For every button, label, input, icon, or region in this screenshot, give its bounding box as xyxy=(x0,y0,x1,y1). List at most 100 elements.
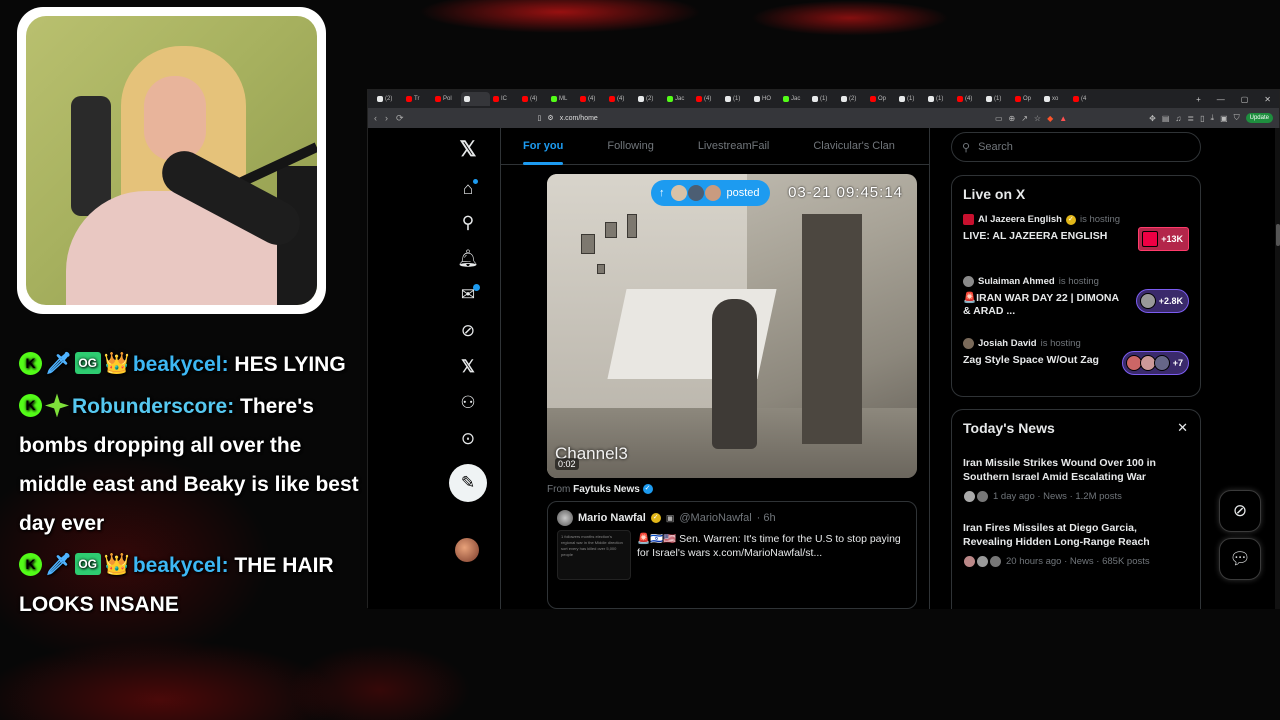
avatar[interactable] xyxy=(557,510,573,526)
extension-puzzle-icon[interactable]: ✥ xyxy=(1149,114,1156,123)
back-icon[interactable]: ‹ xyxy=(374,113,377,123)
site-info-icon[interactable]: ⚙ xyxy=(547,114,553,122)
chat-bubble-icon[interactable]: 💬︎ xyxy=(1219,538,1261,580)
news-item[interactable]: Iran Fires Missiles at Diego Garcia, Rev… xyxy=(963,521,1189,568)
premium-x-icon[interactable]: 𝕏 xyxy=(448,352,488,382)
browser-tab[interactable]: Jac xyxy=(664,92,693,106)
tab-for-you[interactable]: For you xyxy=(501,128,585,165)
split-view-icon[interactable]: ▯ xyxy=(1200,114,1204,123)
notifications-bell-icon[interactable]: 🔔︎ xyxy=(448,244,488,274)
browser-tab[interactable]: (4) xyxy=(519,92,548,106)
explore-search-icon[interactable]: ⚲ xyxy=(448,208,488,238)
browser-tab[interactable]: (4 xyxy=(1070,92,1099,106)
chat-text: HES LYING xyxy=(234,353,346,376)
live-item[interactable]: Sulaiman Ahmed is hosting 🚨IRAN WAR DAY … xyxy=(963,276,1189,326)
browser-tab[interactable]: IC xyxy=(490,92,519,106)
home-icon[interactable]: ⌂ xyxy=(448,174,488,204)
grok-icon[interactable]: ⊘ xyxy=(448,316,488,346)
minimize-button[interactable]: — xyxy=(1217,95,1225,104)
listeners-pill[interactable]: +2.8K xyxy=(1135,289,1189,313)
browser-tab[interactable]: Op xyxy=(867,92,896,106)
screenshot-icon[interactable]: ▭ xyxy=(995,114,1003,123)
chat-message: K 🗡 OG 👑 beakycel: THE HAIR LOOKS INSANE xyxy=(19,546,359,624)
browser-tab[interactable] xyxy=(461,92,490,106)
url-field[interactable]: ▯ ⚙ x.com/home xyxy=(538,114,598,123)
bookmark-icon[interactable]: ▯ xyxy=(538,114,542,122)
arrow-up-icon: ↑ xyxy=(659,187,665,199)
listeners-pill[interactable]: +13K xyxy=(1138,227,1189,251)
grok-floating-icon[interactable]: ⊘ xyxy=(1219,490,1261,532)
downloads-icon[interactable]: ⤓ xyxy=(1211,113,1215,123)
vpn-icon[interactable]: ⛉ xyxy=(1234,113,1240,123)
browser-tab[interactable]: (4) xyxy=(606,92,635,106)
post-video[interactable]: 03-21 09:45:14 Channel3 0:02 xyxy=(547,174,917,478)
listeners-pill[interactable]: +7 xyxy=(1121,351,1189,375)
browser-tab[interactable]: Jac xyxy=(780,92,809,106)
timeline: For you Following LivestreamFail Clavicu… xyxy=(501,128,929,609)
browser-tab[interactable]: Pol xyxy=(432,92,461,106)
listener-count: +7 xyxy=(1172,358,1183,368)
maximize-button[interactable]: ▢ xyxy=(1241,95,1249,104)
news-meta-text: 1 day ago · News · 1.2M posts xyxy=(993,491,1122,502)
forward-icon[interactable]: › xyxy=(385,113,388,123)
new-posts-pill[interactable]: ↑ posted xyxy=(651,180,770,206)
sidebar-icon[interactable]: ▤ xyxy=(1162,114,1170,123)
browser-tab[interactable]: (4) xyxy=(577,92,606,106)
browser-tab[interactable]: (4) xyxy=(693,92,722,106)
browser-tab[interactable]: xo xyxy=(1041,92,1070,106)
avatar xyxy=(1142,231,1159,247)
more-icon[interactable]: ⊙ xyxy=(448,424,488,454)
messages-mail-icon[interactable]: ✉ xyxy=(448,280,488,310)
post-feather-icon[interactable]: ✎ xyxy=(449,464,487,502)
browser-tab[interactable]: HO xyxy=(751,92,780,106)
browser-tab[interactable]: (1) xyxy=(722,92,751,106)
browser-tab[interactable]: (2) xyxy=(635,92,664,106)
live-on-x-panel: Live on X Al Jazeera English ✓ is hostin… xyxy=(951,175,1201,397)
page-scrollbar[interactable] xyxy=(1275,128,1280,609)
tab-favicon-icon xyxy=(754,96,760,102)
news-item[interactable]: Iran Missile Strikes Wound Over 100 in S… xyxy=(963,456,1189,503)
update-button[interactable]: Update xyxy=(1245,113,1273,123)
browser-tab[interactable]: (4) xyxy=(954,92,983,106)
from-source-name[interactable]: Faytuks News xyxy=(573,484,640,495)
author-handle: @MarioNawfal xyxy=(679,512,752,524)
brave-shield-icon[interactable]: ◆ xyxy=(1047,114,1053,123)
close-icon[interactable]: ✕ xyxy=(1177,420,1188,436)
browser-tab[interactable]: (1) xyxy=(925,92,954,106)
browser-tab[interactable]: (2) xyxy=(374,92,403,106)
account-avatar[interactable] xyxy=(455,538,479,562)
browser-tab[interactable]: Op xyxy=(1012,92,1041,106)
zoom-icon[interactable]: ⊕ xyxy=(1009,114,1016,123)
share-icon[interactable]: ↗ xyxy=(1021,114,1028,123)
browser-tab[interactable]: (2) xyxy=(838,92,867,106)
close-window-button[interactable]: ✕ xyxy=(1264,95,1271,104)
search-input[interactable]: ⚲ Search xyxy=(951,132,1201,162)
sword-badge-icon: 🗡 xyxy=(45,351,72,375)
reading-list-icon[interactable]: ≣ xyxy=(1187,114,1194,123)
tab-following[interactable]: Following xyxy=(585,128,675,165)
avatar xyxy=(989,555,1002,568)
from-source: From Faytuks News ✓ xyxy=(547,484,653,495)
new-tab-button[interactable]: + xyxy=(1196,95,1201,104)
wallet-icon[interactable]: ▣ xyxy=(1220,114,1228,123)
url-text[interactable]: x.com/home xyxy=(560,115,598,122)
browser-tab[interactable]: ML xyxy=(548,92,577,106)
tab-clavicular-clan[interactable]: Clavicular's Clan xyxy=(791,128,917,165)
author-name[interactable]: Mario Nawfal xyxy=(578,512,646,524)
music-icon[interactable]: ♫ xyxy=(1175,114,1181,123)
browser-tab[interactable]: (1) xyxy=(809,92,838,106)
live-item[interactable]: Josiah David is hosting Zag Style Space … xyxy=(963,338,1189,388)
browser-tab[interactable]: Tr xyxy=(403,92,432,106)
browser-tab[interactable]: (1) xyxy=(983,92,1012,106)
tab-livestreamfail[interactable]: LivestreamFail xyxy=(676,128,792,165)
rewards-icon[interactable]: ▲ xyxy=(1059,114,1067,123)
star-icon[interactable]: ☆ xyxy=(1034,114,1041,123)
browser-tab[interactable]: (1) xyxy=(896,92,925,106)
live-item[interactable]: Al Jazeera English ✓ is hosting LIVE: AL… xyxy=(963,214,1189,264)
scrollbar-thumb[interactable] xyxy=(1276,224,1280,246)
x-logo-icon[interactable]: 𝕏 xyxy=(448,134,488,164)
avatar xyxy=(963,555,976,568)
reload-icon[interactable]: ⟳ xyxy=(396,113,404,124)
profile-icon[interactable]: ⚇ xyxy=(448,388,488,418)
quoted-post[interactable]: Mario Nawfal ✓ ▣ @MarioNawfal · 6h 1 fol… xyxy=(547,501,917,609)
